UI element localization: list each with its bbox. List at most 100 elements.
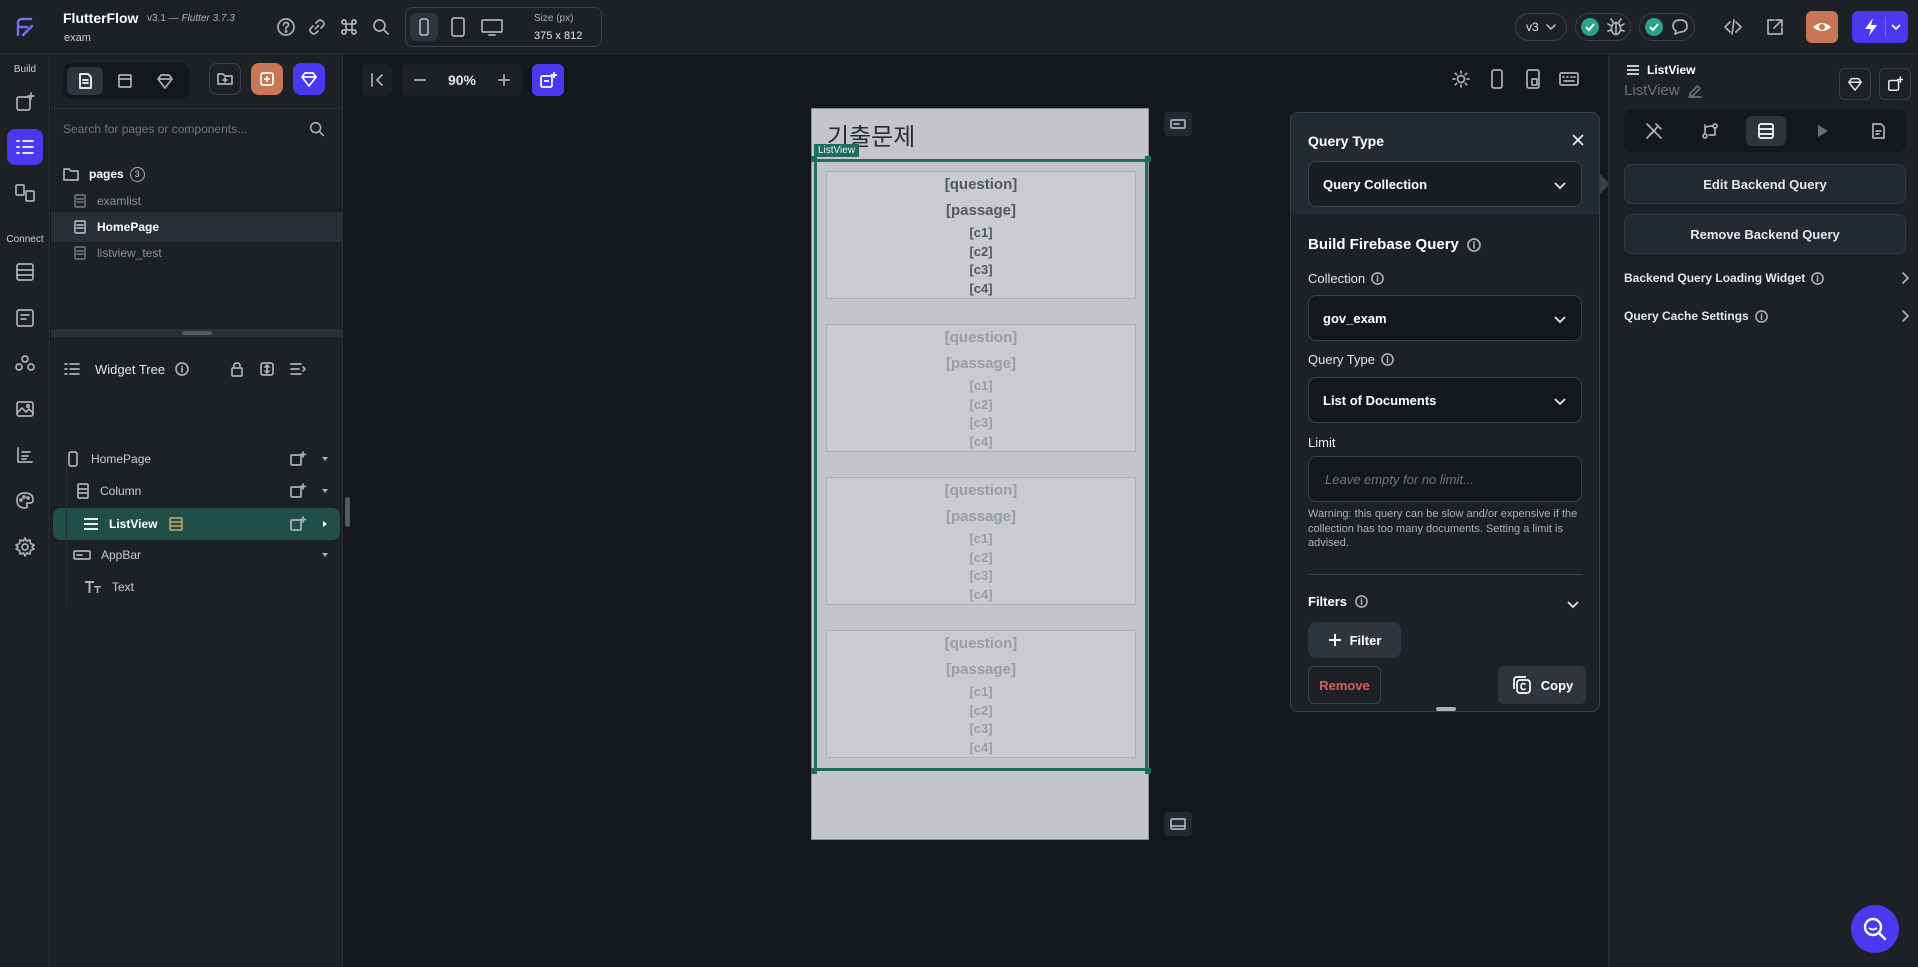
diamond-icon[interactable] bbox=[1839, 68, 1871, 100]
chevron-right-icon bbox=[1902, 272, 1909, 284]
info-icon[interactable] bbox=[1467, 237, 1481, 252]
collection-dropdown[interactable]: gov_exam bbox=[1308, 295, 1582, 341]
search-input[interactable] bbox=[63, 116, 303, 142]
phone-frame-icon[interactable] bbox=[1482, 64, 1512, 94]
storyboard-icon[interactable] bbox=[7, 175, 43, 211]
api-calls-icon[interactable] bbox=[7, 300, 43, 336]
info-icon[interactable] bbox=[1371, 272, 1384, 285]
add-filter-button[interactable]: Filter bbox=[1308, 622, 1401, 658]
limit-input[interactable] bbox=[1308, 456, 1582, 502]
list-item[interactable]: [question] [passage] [c1] [c2] [c3] [c4] bbox=[826, 630, 1136, 758]
zoom-out-icon[interactable] bbox=[412, 72, 428, 88]
link-icon[interactable] bbox=[303, 13, 331, 41]
info-icon[interactable] bbox=[1381, 353, 1394, 366]
add-child-icon[interactable] bbox=[289, 451, 307, 467]
info-icon[interactable] bbox=[175, 362, 189, 376]
open-external-icon[interactable] bbox=[1761, 13, 1789, 41]
tab-backend-query-icon[interactable] bbox=[1746, 116, 1786, 146]
panel-divider-handle[interactable] bbox=[345, 497, 350, 527]
remove-button[interactable]: Remove bbox=[1308, 666, 1381, 704]
desktop-device-icon[interactable] bbox=[478, 13, 506, 41]
marketplace-tab-icon[interactable] bbox=[147, 67, 183, 95]
tree-node-label: HomePage bbox=[91, 452, 152, 466]
zoom-in-icon[interactable] bbox=[496, 72, 512, 88]
close-icon[interactable] bbox=[1571, 133, 1585, 147]
help-icon[interactable] bbox=[272, 13, 300, 41]
query-type-select[interactable]: List of Documents bbox=[1308, 377, 1582, 423]
pages-tab-icon[interactable] bbox=[67, 67, 103, 95]
loading-widget-row[interactable]: Backend Query Loading Widget bbox=[1624, 266, 1910, 290]
settings-gear-icon[interactable] bbox=[7, 529, 43, 565]
keyboard-icon[interactable] bbox=[1554, 64, 1584, 94]
bottom-nav-badge-icon[interactable] bbox=[1164, 812, 1192, 836]
list-item[interactable]: [question] [passage] [c1] [c2] [c3] [c4] bbox=[826, 477, 1136, 605]
new-folder-icon[interactable] bbox=[209, 63, 241, 95]
lock-icon[interactable] bbox=[229, 361, 245, 377]
team-icon[interactable] bbox=[7, 345, 43, 381]
caret-right-icon[interactable] bbox=[321, 520, 329, 528]
tree-node-listview-selected[interactable]: ListView bbox=[53, 508, 340, 540]
light-mode-icon[interactable] bbox=[1446, 64, 1476, 94]
widget-tree-icon bbox=[64, 363, 80, 375]
list-item[interactable]: [question] [passage] [c1] [c2] [c3] [c4] bbox=[826, 324, 1136, 452]
panel-resize-handle[interactable] bbox=[51, 329, 342, 337]
add-widget-canvas-icon[interactable] bbox=[532, 64, 564, 96]
add-widget-icon[interactable] bbox=[1879, 68, 1911, 100]
edit-backend-query-button[interactable]: Edit Backend Query bbox=[1624, 164, 1906, 204]
command-icon[interactable] bbox=[335, 13, 363, 41]
search-icon[interactable] bbox=[367, 13, 395, 41]
theme-icon[interactable] bbox=[7, 483, 43, 519]
custom-code-icon[interactable] bbox=[7, 437, 43, 473]
phone-preview[interactable]: 기출문제 ListView [question] [passage] [c1] … bbox=[811, 108, 1151, 840]
search-icon[interactable] bbox=[308, 120, 326, 138]
pages-folder[interactable]: pages 3 bbox=[51, 159, 342, 189]
tablet-device-icon[interactable] bbox=[444, 13, 472, 41]
edit-pencil-icon[interactable] bbox=[1687, 84, 1702, 98]
tree-options-icon[interactable] bbox=[289, 361, 307, 377]
info-icon[interactable] bbox=[1355, 595, 1368, 608]
debug-status[interactable] bbox=[1575, 13, 1631, 41]
caret-down-icon[interactable] bbox=[321, 487, 329, 495]
phone-device-icon[interactable] bbox=[410, 13, 438, 41]
tree-node-column[interactable]: Column bbox=[51, 476, 342, 506]
remove-backend-query-button[interactable]: Remove Backend Query bbox=[1624, 214, 1906, 254]
run-button[interactable] bbox=[1852, 11, 1908, 43]
code-icon[interactable] bbox=[1719, 13, 1747, 41]
components-tab-icon[interactable] bbox=[107, 67, 143, 95]
premium-diamond-icon[interactable] bbox=[293, 63, 325, 95]
info-icon[interactable] bbox=[1811, 271, 1825, 285]
status-bar-icon[interactable] bbox=[1518, 64, 1548, 94]
comments-status[interactable] bbox=[1639, 13, 1695, 41]
new-page-icon[interactable] bbox=[251, 63, 283, 95]
caret-down-icon[interactable] bbox=[321, 455, 329, 463]
add-child-icon[interactable] bbox=[289, 483, 307, 499]
add-child-icon[interactable] bbox=[289, 516, 307, 532]
query-type-dropdown[interactable]: Query Collection bbox=[1308, 161, 1582, 207]
media-assets-icon[interactable] bbox=[7, 391, 43, 427]
copy-button[interactable]: Copy bbox=[1498, 666, 1586, 704]
database-icon[interactable] bbox=[7, 254, 43, 290]
preview-eye-icon[interactable] bbox=[1806, 11, 1838, 43]
tab-animation-icon[interactable] bbox=[1802, 116, 1842, 146]
tree-node-text[interactable]: Text bbox=[51, 572, 342, 602]
flutterflow-logo-icon[interactable] bbox=[10, 13, 38, 41]
filters-chevron-down-icon[interactable] bbox=[1566, 597, 1580, 611]
list-item[interactable]: [question] [passage] [c1] [c2] [c3] [c4] bbox=[826, 171, 1136, 299]
branch-selector[interactable]: v3 bbox=[1515, 13, 1567, 41]
caret-down-icon[interactable] bbox=[321, 551, 329, 559]
expand-collapse-icon[interactable] bbox=[259, 361, 275, 377]
help-search-button[interactable] bbox=[1851, 905, 1899, 953]
collapse-panel-icon[interactable] bbox=[362, 64, 392, 96]
tree-node-appbar[interactable]: AppBar bbox=[51, 540, 342, 570]
tab-properties-icon[interactable] bbox=[1634, 116, 1674, 146]
tab-actions-icon[interactable] bbox=[1690, 116, 1730, 146]
info-icon[interactable] bbox=[1754, 309, 1768, 323]
tab-documentation-icon[interactable] bbox=[1858, 116, 1898, 146]
add-widget-icon[interactable] bbox=[7, 84, 43, 120]
page-item[interactable]: listview_test bbox=[51, 238, 342, 268]
tree-node-homepage[interactable]: HomePage bbox=[51, 444, 342, 474]
widget-tree-icon[interactable] bbox=[7, 129, 43, 165]
widget-name[interactable]: ListView bbox=[1624, 82, 1702, 99]
cache-settings-row[interactable]: Query Cache Settings bbox=[1624, 304, 1910, 328]
appbar-widget-badge-icon[interactable] bbox=[1164, 112, 1192, 136]
